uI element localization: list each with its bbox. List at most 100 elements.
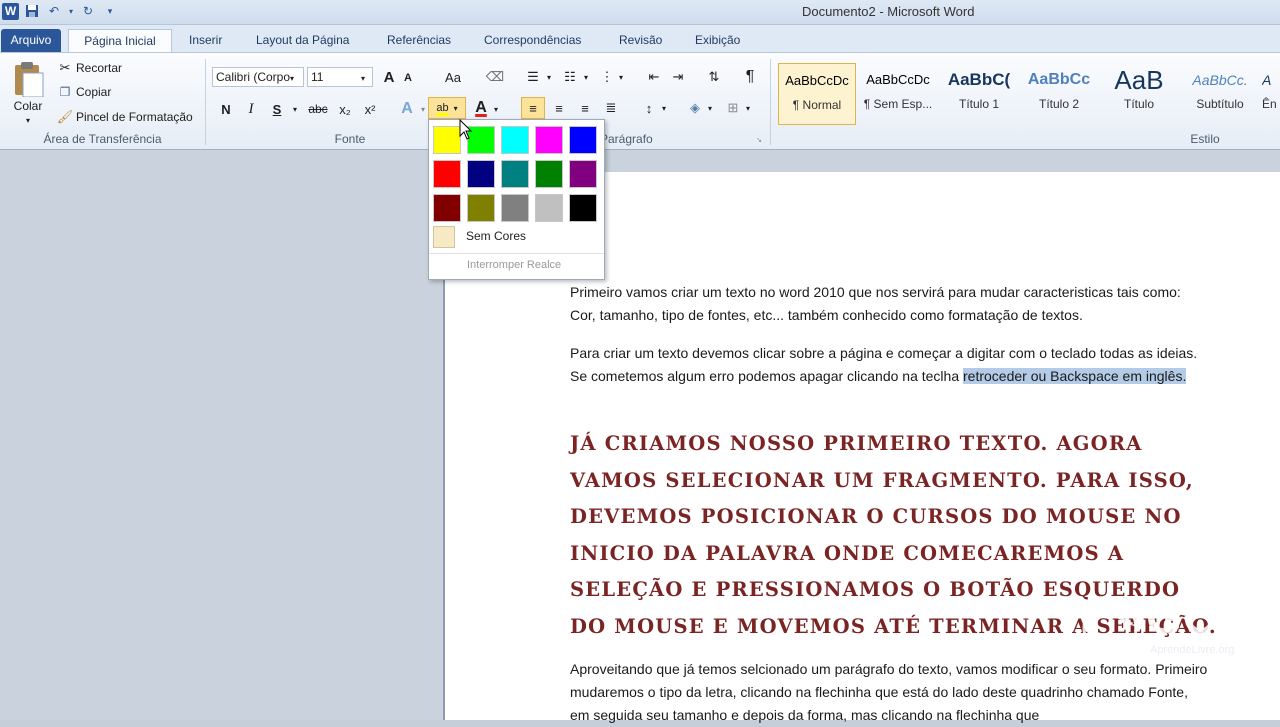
style-emphasis[interactable]: A Ên xyxy=(1262,63,1280,125)
tab-page-layout[interactable]: Layout da Página xyxy=(248,29,357,53)
style-name: Título 1 xyxy=(958,97,1000,111)
text-effects-icon[interactable]: A xyxy=(396,99,418,119)
copy-icon[interactable]: ❐ xyxy=(56,83,74,101)
watermark-brand: GCF xyxy=(1146,591,1247,643)
tab-review[interactable]: Revisão xyxy=(611,29,670,53)
color-swatch[interactable] xyxy=(535,194,563,222)
no-color-swatch[interactable] xyxy=(433,226,455,248)
chevron-down-icon: ▾ xyxy=(290,74,295,83)
font-family-value: Calibri (Corpo) xyxy=(216,70,290,84)
style-no-spacing[interactable]: AaBbCcDc ¶ Sem Esp... xyxy=(859,63,937,125)
bold-button[interactable]: N xyxy=(217,99,235,119)
italic-button[interactable]: I xyxy=(242,99,260,119)
shading-icon[interactable]: ◈ xyxy=(684,97,706,119)
style-name: ¶ Sem Esp... xyxy=(863,97,933,111)
scissors-icon[interactable]: ✂ xyxy=(56,59,74,77)
color-swatch[interactable] xyxy=(433,126,461,154)
grow-font-button[interactable]: A xyxy=(380,67,398,87)
highlight-button[interactable]: ab ▾ xyxy=(428,97,466,119)
color-swatch[interactable] xyxy=(467,160,495,188)
multilevel-dropdown-icon[interactable]: ▾ xyxy=(617,67,625,87)
sort-icon[interactable]: ⇅ xyxy=(704,67,724,87)
numbering-icon[interactable]: ☷ xyxy=(560,67,580,87)
font-color-button[interactable]: A xyxy=(472,97,490,119)
style-name: Título 2 xyxy=(1038,97,1080,111)
font-family-combo[interactable]: Calibri (Corpo)▾ xyxy=(212,67,304,87)
borders-icon[interactable]: ⊞ xyxy=(722,97,744,119)
clear-formatting-icon[interactable]: ⌫ xyxy=(484,67,506,87)
style-sample: AaBbCcDc xyxy=(866,72,930,87)
color-swatch[interactable] xyxy=(535,160,563,188)
bullets-icon[interactable]: ☰ xyxy=(523,67,543,87)
decrease-indent-icon[interactable]: ⇤ xyxy=(644,67,664,87)
color-swatch[interactable] xyxy=(569,160,597,188)
selected-text: retroceder ou Backspace em inglês. xyxy=(963,368,1187,384)
show-formatting-icon[interactable]: ¶ xyxy=(740,67,760,87)
color-swatch[interactable] xyxy=(569,126,597,154)
style-sample: AaBbC( xyxy=(947,70,1011,89)
shrink-font-button[interactable]: A xyxy=(400,69,416,87)
numbering-dropdown-icon[interactable]: ▾ xyxy=(582,67,590,87)
line-spacing-dropdown-icon[interactable]: ▾ xyxy=(660,97,668,119)
tab-references[interactable]: Referências xyxy=(379,29,459,53)
doc-paragraph-1[interactable]: Primeiro vamos criar um texto no word 20… xyxy=(570,281,1210,327)
style-title[interactable]: AaB Título xyxy=(1100,63,1178,125)
style-heading-1[interactable]: AaBbC( Título 1 xyxy=(940,63,1018,125)
align-right-icon[interactable]: ≡ xyxy=(574,97,596,119)
increase-indent-icon[interactable]: ⇥ xyxy=(668,67,688,87)
mouse-cursor-icon xyxy=(459,119,473,140)
justify-icon[interactable]: ≣ xyxy=(600,97,622,119)
style-subtitle[interactable]: AaBbCc. Subtítulo xyxy=(1181,63,1259,125)
tab-home[interactable]: Página Inicial xyxy=(68,29,172,53)
color-swatch[interactable] xyxy=(535,126,563,154)
change-case-button[interactable]: Aa xyxy=(440,67,466,87)
text-effects-dropdown-icon[interactable]: ▾ xyxy=(419,99,427,119)
doc-paragraph-3[interactable]: Aproveitando que já temos selcionado um … xyxy=(570,658,1210,727)
highlight-color-menu: Sem Cores Interromper Realce xyxy=(428,119,605,280)
shading-dropdown-icon[interactable]: ▾ xyxy=(706,97,714,119)
bullets-dropdown-icon[interactable]: ▾ xyxy=(545,67,553,87)
align-center-icon[interactable]: ≡ xyxy=(548,97,570,119)
superscript-button[interactable]: x² xyxy=(360,99,380,119)
paragraph-dialog-launcher-icon[interactable]: ↘ xyxy=(755,136,763,144)
doc-paragraph-2[interactable]: Para criar um texto devemos clicar sobre… xyxy=(570,342,1210,388)
format-painter-button[interactable]: Pincel de Formatação xyxy=(76,108,193,126)
style-sample: A xyxy=(1262,72,1272,88)
styles-group-label: Estilo xyxy=(1190,132,1220,146)
color-swatch[interactable] xyxy=(433,160,461,188)
font-color-dropdown-icon[interactable]: ▾ xyxy=(492,99,500,119)
color-swatch[interactable] xyxy=(433,194,461,222)
underline-dropdown-icon[interactable]: ▾ xyxy=(290,99,300,119)
tab-insert[interactable]: Inserir xyxy=(181,29,230,53)
gcf-globe-icon xyxy=(1082,600,1138,656)
font-size-combo[interactable]: 11 ▾ xyxy=(307,67,373,87)
borders-dropdown-icon[interactable]: ▾ xyxy=(744,97,752,119)
color-swatch[interactable] xyxy=(569,194,597,222)
copy-button[interactable]: Copiar xyxy=(76,83,111,101)
paste-dropdown-icon[interactable]: ▾ xyxy=(22,115,34,125)
stop-highlighting-option[interactable]: Interromper Realce xyxy=(467,259,561,271)
strikethrough-button[interactable]: abc xyxy=(306,99,330,119)
style-normal[interactable]: AaBbCcDc ¶ Normal xyxy=(778,63,856,125)
paste-button[interactable]: Colar xyxy=(6,97,50,115)
paste-icon[interactable] xyxy=(8,59,48,99)
color-swatch[interactable] xyxy=(501,126,529,154)
color-swatch[interactable] xyxy=(467,194,495,222)
format-painter-icon[interactable]: 🖌 xyxy=(56,108,74,126)
clipboard-group-label: Área de Transferência xyxy=(43,132,162,146)
subscript-button[interactable]: x₂ xyxy=(335,99,355,119)
underline-button[interactable]: S xyxy=(268,99,286,119)
align-left-icon[interactable]: ≡ xyxy=(521,97,545,119)
watermark-logo: GCF AprendeLivre.org xyxy=(1080,590,1265,660)
multilevel-list-icon[interactable]: ⋮ xyxy=(597,67,617,87)
color-swatch[interactable] xyxy=(501,160,529,188)
line-spacing-icon[interactable]: ↕ xyxy=(638,97,660,119)
tab-mailings[interactable]: Correspondências xyxy=(476,29,589,53)
cut-button[interactable]: Recortar xyxy=(76,59,122,77)
no-color-option[interactable]: Sem Cores xyxy=(466,229,526,243)
ribbon-tabs: Arquivo Página Inicial Inserir Layout da… xyxy=(0,25,1280,53)
style-heading-2[interactable]: AaBbCc Título 2 xyxy=(1020,63,1098,125)
tab-view[interactable]: Exibição xyxy=(687,29,748,53)
color-swatch[interactable] xyxy=(501,194,529,222)
tab-file[interactable]: Arquivo xyxy=(1,29,61,53)
